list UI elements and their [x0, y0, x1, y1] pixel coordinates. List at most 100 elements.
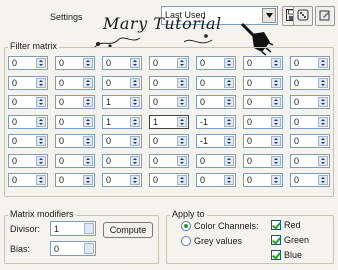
matrix-cell[interactable]: 0 — [102, 56, 142, 70]
matrix-cell[interactable]: 0 — [8, 153, 48, 168]
spinner-icon[interactable] — [318, 58, 328, 68]
spinner-icon[interactable] — [271, 58, 281, 68]
bias-input[interactable]: 0 — [50, 241, 96, 256]
matrix-cell[interactable]: 0 — [102, 173, 142, 187]
matrix-cell[interactable]: 0 — [149, 56, 189, 70]
spinner-icon[interactable] — [318, 77, 328, 88]
matrix-cell[interactable]: 0 — [55, 153, 95, 168]
spinner-icon[interactable] — [83, 97, 93, 107]
matrix-cell[interactable]: 0 — [149, 173, 189, 187]
spinner-icon[interactable] — [271, 77, 281, 88]
spinner-icon[interactable] — [83, 155, 93, 166]
spinner-icon[interactable] — [177, 58, 187, 68]
spinner-icon[interactable] — [130, 97, 140, 107]
matrix-cell[interactable]: 0 — [196, 173, 236, 187]
matrix-cell[interactable]: 0 — [290, 153, 330, 168]
matrix-cell[interactable]: 0 — [243, 134, 283, 148]
matrix-cell[interactable]: 0 — [8, 114, 48, 129]
divisor-input[interactable]: 1 — [50, 221, 96, 236]
spinner-icon[interactable] — [83, 116, 93, 127]
matrix-cell[interactable]: 0 — [290, 134, 330, 148]
matrix-cell[interactable]: 0 — [196, 153, 236, 168]
divisor-spinner-icon[interactable] — [84, 223, 94, 234]
matrix-cell[interactable]: 0 — [243, 114, 283, 129]
spinner-icon[interactable] — [271, 116, 281, 127]
matrix-cell[interactable]: 0 — [290, 95, 330, 109]
compute-button[interactable]: Compute — [103, 222, 153, 238]
matrix-cell[interactable]: 0 — [290, 114, 330, 129]
matrix-cell[interactable]: 0 — [55, 95, 95, 109]
matrix-cell[interactable]: 0 — [149, 95, 189, 109]
spinner-icon[interactable] — [177, 97, 187, 107]
spinner-icon[interactable] — [83, 77, 93, 88]
matrix-cell[interactable]: 0 — [102, 75, 142, 90]
spinner-icon[interactable] — [318, 155, 328, 166]
preset-manager-button[interactable] — [293, 6, 313, 26]
spinner-icon[interactable] — [130, 155, 140, 166]
matrix-cell[interactable]: 0 — [243, 173, 283, 187]
spinner-icon[interactable] — [130, 77, 140, 88]
matrix-cell[interactable]: 0 — [8, 173, 48, 187]
spinner-icon[interactable] — [224, 155, 234, 166]
matrix-cell[interactable]: 0 — [8, 75, 48, 90]
spinner-icon[interactable] — [318, 97, 328, 107]
spinner-icon[interactable] — [83, 58, 93, 68]
matrix-cell[interactable]: 0 — [102, 153, 142, 168]
spinner-icon[interactable] — [224, 136, 234, 146]
spinner-icon[interactable] — [224, 77, 234, 88]
spinner-icon[interactable] — [36, 97, 46, 107]
matrix-cell[interactable]: 0 — [149, 75, 189, 90]
matrix-cell[interactable]: 0 — [243, 95, 283, 109]
reset-button[interactable] — [315, 6, 335, 26]
matrix-cell[interactable]: -1 — [196, 134, 236, 148]
spinner-icon[interactable] — [177, 77, 187, 88]
spinner-icon[interactable] — [177, 116, 187, 127]
spinner-icon[interactable] — [130, 175, 140, 185]
matrix-cell[interactable]: 0 — [243, 153, 283, 168]
spinner-icon[interactable] — [130, 58, 140, 68]
matrix-cell[interactable]: 0 — [196, 95, 236, 109]
chevron-down-icon[interactable] — [262, 8, 276, 23]
spinner-icon[interactable] — [318, 116, 328, 127]
spinner-icon[interactable] — [271, 155, 281, 166]
spinner-icon[interactable] — [36, 175, 46, 185]
matrix-cell[interactable]: 0 — [8, 95, 48, 109]
matrix-cell[interactable]: 1 — [102, 114, 142, 129]
matrix-cell[interactable]: 0 — [196, 56, 236, 70]
matrix-cell[interactable]: 0 — [243, 75, 283, 90]
spinner-icon[interactable] — [271, 97, 281, 107]
spinner-icon[interactable] — [224, 58, 234, 68]
spinner-icon[interactable] — [130, 116, 140, 127]
matrix-cell[interactable]: 0 — [149, 134, 189, 148]
spinner-icon[interactable] — [177, 136, 187, 146]
color-channels-radio[interactable] — [181, 221, 191, 231]
matrix-cell[interactable]: 0 — [55, 75, 95, 90]
matrix-cell[interactable]: 0 — [55, 56, 95, 70]
spinner-icon[interactable] — [36, 155, 46, 166]
grey-values-radio[interactable] — [181, 236, 191, 246]
bias-spinner-icon[interactable] — [84, 243, 94, 254]
spinner-icon[interactable] — [318, 136, 328, 146]
matrix-cell[interactable]: 0 — [8, 134, 48, 148]
matrix-cell[interactable]: 0 — [149, 153, 189, 168]
spinner-icon[interactable] — [83, 175, 93, 185]
spinner-icon[interactable] — [271, 175, 281, 185]
matrix-cell[interactable]: 0 — [8, 56, 48, 70]
matrix-cell[interactable]: 0 — [55, 134, 95, 148]
matrix-cell[interactable]: 0 — [55, 173, 95, 187]
spinner-icon[interactable] — [36, 116, 46, 127]
matrix-cell[interactable]: 0 — [290, 56, 330, 70]
matrix-cell[interactable]: 1 — [149, 114, 189, 129]
matrix-cell[interactable]: 0 — [55, 114, 95, 129]
spinner-icon[interactable] — [271, 136, 281, 146]
spinner-icon[interactable] — [36, 77, 46, 88]
matrix-cell[interactable]: 0 — [102, 134, 142, 148]
green-checkbox[interactable] — [271, 235, 281, 245]
spinner-icon[interactable] — [177, 175, 187, 185]
matrix-cell[interactable]: 1 — [102, 95, 142, 109]
spinner-icon[interactable] — [36, 136, 46, 146]
matrix-cell[interactable]: 0 — [243, 56, 283, 70]
spinner-icon[interactable] — [224, 175, 234, 185]
spinner-icon[interactable] — [130, 136, 140, 146]
spinner-icon[interactable] — [224, 116, 234, 127]
